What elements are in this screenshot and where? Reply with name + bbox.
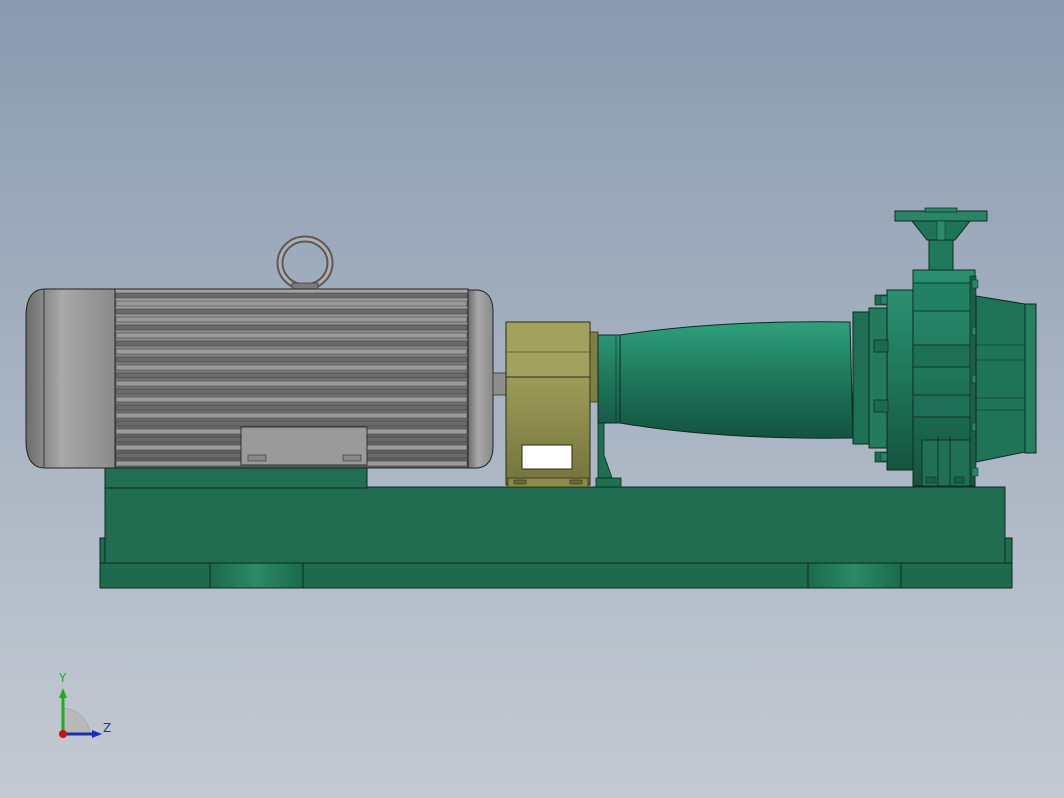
bracket-window — [521, 444, 573, 470]
cooling-fin — [115, 396, 468, 403]
cooling-fin — [115, 404, 468, 411]
x-axis-dot — [59, 730, 67, 738]
z-arrowhead — [92, 730, 102, 738]
cooling-fin — [115, 340, 468, 347]
motor-pedestal[interactable] — [104, 465, 368, 489]
pump-casing[interactable] — [852, 207, 1037, 487]
electric-motor[interactable] — [25, 235, 508, 469]
y-axis-label: Y — [58, 671, 67, 685]
cooling-fin — [115, 300, 468, 307]
cooling-fin — [115, 324, 468, 331]
coupling-bracket[interactable] — [505, 321, 599, 488]
motor-end-cap — [25, 288, 116, 469]
pump-bearing-housing[interactable] — [597, 321, 854, 439]
cooling-fin — [115, 356, 468, 363]
discharge-pipe — [928, 239, 954, 273]
cooling-fin — [115, 364, 468, 371]
cooling-fin — [115, 412, 468, 419]
z-axis-label: Z — [103, 721, 111, 735]
base-frame[interactable] — [99, 486, 1013, 589]
cooling-fin — [115, 308, 468, 315]
cooling-fin — [115, 348, 468, 355]
cooling-fin — [115, 332, 468, 339]
cooling-fin — [115, 316, 468, 323]
triad-quadrant — [62, 707, 91, 735]
cooling-fin — [115, 372, 468, 379]
cooling-fin — [115, 388, 468, 395]
cooling-fin — [115, 420, 468, 427]
cooling-fin — [115, 292, 468, 299]
coordinate-triad: Y Z — [58, 671, 111, 738]
cooling-fin — [115, 380, 468, 387]
discharge-flange[interactable] — [894, 210, 988, 222]
motor-front-cap — [467, 289, 494, 469]
cad-viewport[interactable]: Y Z — [0, 0, 1064, 798]
suction-inlet — [975, 295, 1026, 463]
y-arrowhead — [59, 688, 67, 698]
suction-flange[interactable] — [1024, 303, 1037, 454]
pump-assembly-model[interactable] — [0, 0, 1064, 798]
motor-shaft — [492, 372, 508, 396]
